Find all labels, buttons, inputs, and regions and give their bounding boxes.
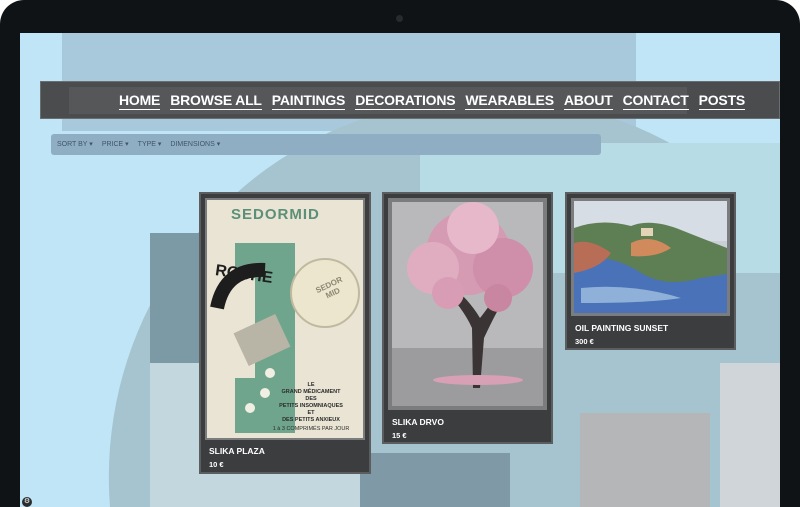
poster-line-1: LE	[307, 382, 315, 388]
poster-line-5: ET	[307, 410, 315, 416]
product-card-slika-plaza[interactable]: SEDORMID ROCHE SEDOR MID LE GRAND MÉDICA…	[199, 192, 371, 474]
poster-brand-text: SEDORMID	[231, 206, 320, 223]
poster-dose-line: 1 à 3 COMPRIMÉS PAR JOUR	[272, 426, 350, 432]
nav-about-link[interactable]: ABOUT	[563, 92, 613, 110]
product-title: OIL PAINTING SUNSET	[575, 323, 669, 333]
main-navigation: HOME BROWSE ALL PAINTINGS DECORATIONS WE…	[40, 81, 780, 119]
website-screen: HOME BROWSE ALL PAINTINGS DECORATIONS WE…	[20, 33, 780, 507]
product-title: SLIKA DRVO	[392, 417, 444, 427]
camera-icon	[396, 15, 403, 22]
poster-tagline: LE GRAND MÉDICAMENT DES PETITS INSOMNIAQ…	[261, 382, 361, 433]
product-card-oil-painting-sunset[interactable]: OIL PAINTING SUNSET 300 €	[565, 192, 736, 350]
nav-paintings-link[interactable]: PAINTINGS	[271, 92, 345, 110]
poster-line-2: GRAND MÉDICAMENT	[281, 389, 341, 395]
product-price: 300 €	[575, 337, 594, 346]
product-title: SLIKA PLAZA	[209, 446, 265, 456]
nav-home-link[interactable]: HOME	[119, 92, 160, 110]
poster-line-6: DES PETITS ANXIEUX	[282, 417, 340, 423]
nav-posts-link[interactable]: POSTS	[698, 92, 745, 110]
seascape-painting-image	[574, 201, 727, 313]
product-image-seascape	[571, 198, 730, 316]
dimensions-filter-dropdown[interactable]: DIMENSIONS ▾	[170, 139, 220, 150]
nav-links: HOME BROWSE ALL PAINTINGS DECORATIONS WE…	[119, 92, 745, 110]
nav-decorations-link[interactable]: DECORATIONS	[355, 92, 456, 110]
product-card-slika-drvo[interactable]: SLIKA DRVO 15 €	[382, 192, 553, 444]
product-price: 10 €	[209, 460, 224, 469]
product-price: 15 €	[392, 431, 407, 440]
filter-bar: SORT BY ▾ PRICE ▾ TYPE ▾ DIMENSIONS ▾	[51, 134, 601, 155]
nav-wearables-link[interactable]: WEARABLES	[465, 92, 554, 110]
poster-line-3: DES	[305, 396, 317, 402]
sort-by-dropdown[interactable]: SORT BY ▾	[57, 139, 93, 150]
accessibility-icon[interactable]: ⚙	[22, 497, 32, 507]
nav-browse-all-link[interactable]: BROWSE ALL	[170, 92, 262, 110]
laptop-frame: HOME BROWSE ALL PAINTINGS DECORATIONS WE…	[0, 0, 800, 507]
price-filter-dropdown[interactable]: PRICE ▾	[102, 139, 129, 150]
poster-line-4: PETITS INSOMNIAQUES	[279, 403, 343, 409]
type-filter-dropdown[interactable]: TYPE ▾	[138, 139, 162, 150]
cherry-tree-painting-image	[392, 202, 543, 406]
nav-contact-link[interactable]: CONTACT	[622, 92, 689, 110]
product-image-cherry-tree	[388, 198, 547, 410]
